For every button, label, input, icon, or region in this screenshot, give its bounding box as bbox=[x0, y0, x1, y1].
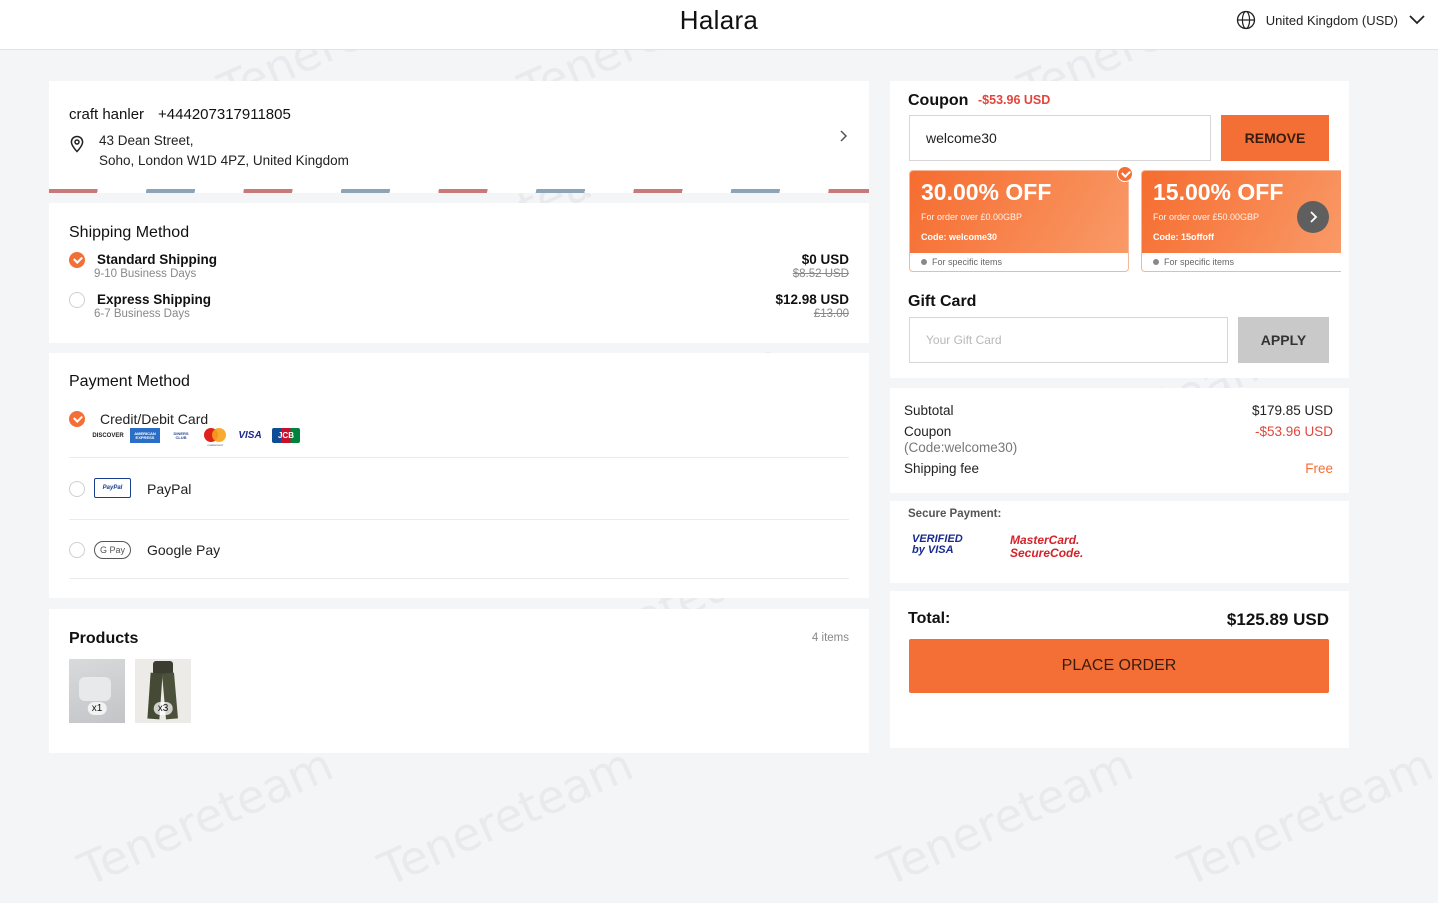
discover-logo: DISCOVER bbox=[92, 432, 124, 439]
secure-payment-label: Secure Payment: bbox=[908, 508, 1002, 520]
coupon-discount: -$53.96 USD bbox=[978, 93, 1051, 107]
shipping-address-card[interactable]: craft hanler +444207317911805 43 Dean Str… bbox=[49, 81, 869, 193]
recipient-name: craft hanler bbox=[69, 106, 145, 123]
product-qty: x3 bbox=[153, 702, 173, 715]
express-shipping-radio[interactable] bbox=[69, 292, 85, 308]
item-count: 4 items bbox=[811, 632, 849, 644]
card-payment-radio[interactable] bbox=[69, 411, 85, 427]
card-payment-label[interactable]: Credit/Debit Card bbox=[100, 411, 208, 427]
google-pay-icon: G Pay bbox=[94, 541, 131, 559]
watermark: Tenereteam bbox=[370, 737, 641, 897]
express-shipping-old-price: £13.00 bbox=[813, 308, 849, 320]
coupon-note: For specific items bbox=[921, 257, 1002, 267]
express-shipping-days: 6-7 Business Days bbox=[94, 308, 190, 320]
top-bar: Halara United Kingdom (USD) bbox=[0, 0, 1438, 50]
products-title: Products bbox=[69, 630, 139, 647]
product-thumbnail[interactable]: x1 bbox=[69, 659, 125, 723]
amex-logo: AMERICAN EXPRESS bbox=[130, 428, 160, 443]
recipient: craft hanler +444207317911805 bbox=[69, 106, 291, 123]
products-card: Products 4 items x1 x3 bbox=[49, 609, 869, 753]
express-shipping-price: $12.98 USD bbox=[775, 292, 849, 307]
shipping-method-card: Shipping Method Standard Shipping 9-10 B… bbox=[49, 203, 869, 343]
coupon-code-label: (Code:welcome30) bbox=[904, 440, 1018, 455]
verified-by-visa-logo: VERIFIED by VISA bbox=[912, 533, 963, 556]
apply-gift-card-button[interactable]: APPLY bbox=[1238, 317, 1329, 363]
place-order-button[interactable]: PLACE ORDER bbox=[909, 639, 1329, 693]
divider bbox=[69, 578, 849, 579]
subtotal-label: Subtotal bbox=[904, 403, 954, 418]
total-label: Total: bbox=[908, 610, 951, 627]
selected-check-icon bbox=[1117, 166, 1133, 182]
watermark: Tenereteam bbox=[870, 737, 1141, 897]
gift-card-input[interactable]: Your Gift Card bbox=[909, 317, 1228, 363]
address-line-2: Soho, London W1D 4PZ, United Kingdom bbox=[99, 153, 349, 168]
divider bbox=[890, 583, 1349, 591]
divider bbox=[69, 519, 849, 520]
next-coupon-button[interactable] bbox=[1297, 201, 1329, 233]
paypal-label[interactable]: PayPal bbox=[147, 481, 191, 497]
coupon-note: For specific items bbox=[1153, 257, 1234, 267]
location-pin-icon bbox=[70, 135, 84, 153]
region-selector[interactable]: United Kingdom (USD) bbox=[1236, 10, 1426, 30]
airmail-border bbox=[49, 189, 869, 193]
standard-shipping-price: $0 USD bbox=[801, 252, 849, 267]
mastercard-logo: mastercard bbox=[202, 428, 228, 447]
coupon-title: Coupon bbox=[908, 92, 969, 109]
express-shipping-label[interactable]: Express Shipping bbox=[97, 292, 211, 307]
region-label: United Kingdom (USD) bbox=[1265, 12, 1398, 28]
standard-shipping-label[interactable]: Standard Shipping bbox=[97, 252, 217, 267]
google-pay-radio[interactable] bbox=[69, 542, 85, 558]
shipping-fee-value: Free bbox=[1305, 461, 1333, 476]
jcb-logo: JCB bbox=[272, 428, 300, 443]
paypal-icon: PayPal bbox=[94, 478, 131, 498]
visa-logo: VISA bbox=[238, 430, 262, 441]
coupon-ticket[interactable]: 30.00% OFF For order over £0.00GBP Code:… bbox=[909, 170, 1129, 272]
brand-logo[interactable]: Halara bbox=[0, 5, 1438, 36]
standard-shipping-radio[interactable] bbox=[69, 252, 85, 268]
address-line-1: 43 Dean Street, bbox=[99, 133, 194, 148]
google-pay-label[interactable]: Google Pay bbox=[147, 542, 220, 558]
card-logos: DISCOVER AMERICAN EXPRESS DINERS CLUB ma… bbox=[92, 428, 300, 447]
coupon-percent: 15.00% OFF bbox=[1153, 179, 1284, 205]
total-value: $125.89 USD bbox=[1226, 610, 1329, 629]
shipping-method-title: Shipping Method bbox=[69, 224, 190, 241]
product-thumbnail[interactable]: x3 bbox=[135, 659, 191, 723]
payment-method-card: Payment Method Credit/Debit Card DISCOVE… bbox=[49, 353, 869, 598]
chevron-down-icon bbox=[1409, 15, 1425, 25]
gift-card-title: Gift Card bbox=[908, 293, 977, 310]
recipient-phone: +444207317911805 bbox=[158, 106, 291, 123]
coupon-value: -$53.96 USD bbox=[1254, 424, 1333, 439]
order-summary-card: Subtotal $179.85 USD Coupon (Code:welcom… bbox=[890, 388, 1349, 748]
product-qty: x1 bbox=[87, 702, 107, 715]
diners-club-logo: DINERS CLUB bbox=[173, 430, 189, 440]
coupon-code: Code: welcome30 bbox=[921, 232, 998, 242]
coupon-condition: For order over £50.00GBP bbox=[1153, 212, 1260, 222]
info-dot-icon bbox=[1153, 259, 1159, 265]
coupon-label: Coupon bbox=[904, 424, 952, 439]
paypal-radio[interactable] bbox=[69, 481, 85, 497]
remove-coupon-button[interactable]: REMOVE bbox=[1221, 115, 1329, 161]
standard-shipping-old-price: $8.52 USD bbox=[792, 268, 849, 280]
coupon-card: Coupon -$53.96 USD welcome30 REMOVE 30.0… bbox=[890, 81, 1349, 378]
coupon-code: Code: 15offoff bbox=[1153, 232, 1214, 242]
coupon-condition: For order over £0.00GBP bbox=[921, 212, 1023, 222]
divider bbox=[890, 493, 1349, 501]
globe-icon bbox=[1236, 10, 1255, 30]
watermark: Tenereteam bbox=[1170, 737, 1438, 897]
payment-method-title: Payment Method bbox=[69, 373, 190, 390]
chevron-right-icon bbox=[1310, 211, 1318, 223]
divider bbox=[69, 457, 849, 458]
coupon-input[interactable]: welcome30 bbox=[909, 115, 1211, 161]
shipping-fee-label: Shipping fee bbox=[904, 461, 980, 476]
mastercard-securecode-logo: MasterCard. SecureCode. bbox=[1010, 533, 1084, 560]
watermark: Tenereteam bbox=[70, 737, 341, 897]
coupon-percent: 30.00% OFF bbox=[921, 179, 1052, 205]
subtotal-value: $179.85 USD bbox=[1251, 403, 1333, 418]
standard-shipping-days: 9-10 Business Days bbox=[94, 268, 197, 280]
chevron-right-icon[interactable] bbox=[839, 129, 849, 143]
info-dot-icon bbox=[921, 259, 927, 265]
